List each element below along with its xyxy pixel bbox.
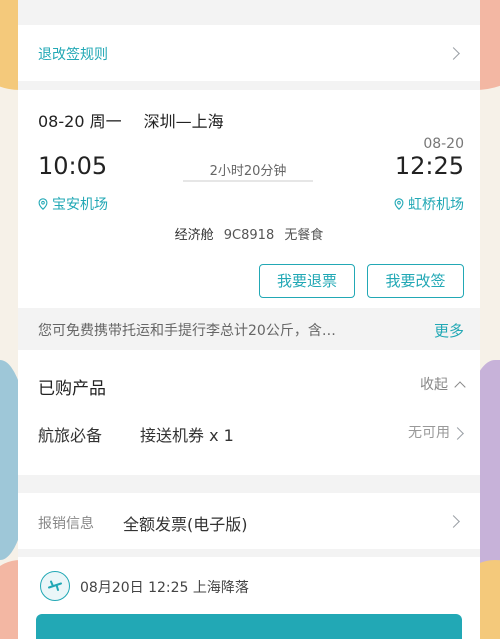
collapse-toggle[interactable]: 收起: [420, 374, 466, 394]
cabin-class: 经济舱: [174, 228, 214, 243]
chevron-right-icon: [451, 427, 464, 440]
product-item: 接送机券 x 1: [140, 426, 234, 445]
change-ticket-button[interactable]: 我要改签: [367, 264, 464, 298]
cabin-info: 经济舱 9C8918 无餐食: [18, 224, 480, 243]
location-pin-icon: [38, 198, 48, 210]
collapse-label: 收起: [420, 377, 448, 393]
chevron-right-icon: [447, 47, 460, 60]
invoice-row[interactable]: 报销信息 全额发票(电子版): [18, 493, 480, 549]
product-category: 航旅必备: [38, 426, 103, 445]
purchased-products-card: 已购产品 收起 航旅必备 接送机券 x 1 无可用: [18, 350, 480, 475]
baggage-notice: 您可免费携带托运和手提行李总计20公斤，含… 更多: [18, 308, 480, 350]
arrival-airport-name: 虹桥机场: [408, 197, 464, 213]
chevron-right-icon: [447, 515, 460, 528]
products-title: 已购产品: [38, 379, 106, 399]
meal-info: 无餐食: [284, 228, 324, 243]
departure-airport[interactable]: 宝安机场: [38, 194, 108, 214]
flight-date: 08-20 周一: [38, 112, 122, 131]
refund-change-rules-row[interactable]: 退改签规则: [18, 25, 480, 81]
invoice-value: 全额发票(电子版): [123, 515, 248, 534]
landing-info-card: 08月20日 12:25 上海降落: [18, 557, 480, 639]
app-screen: 退改签规则 08-20 周一 深圳—上海 08-20 10:05 12:25 2小…: [18, 0, 480, 639]
arrival-airport[interactable]: 虹桥机场: [394, 194, 464, 214]
chevron-up-icon: [454, 380, 466, 393]
rules-label: 退改签规则: [38, 47, 108, 63]
flight-date-route: 08-20 周一 深圳—上海: [38, 108, 224, 132]
departure-time: 10:05: [38, 152, 108, 180]
refund-button[interactable]: 我要退票: [259, 264, 355, 298]
plane-landing-icon: [40, 571, 70, 601]
duration-divider: [183, 180, 313, 182]
flight-duration: 2小时20分钟: [209, 164, 287, 179]
location-pin-icon: [394, 198, 404, 210]
departure-airport-name: 宝安机场: [52, 197, 108, 213]
landing-text: 08月20日 12:25 上海降落: [80, 580, 249, 596]
product-status[interactable]: 无可用: [408, 422, 450, 442]
baggage-text: 您可免费携带托运和手提行李总计20公斤，含…: [38, 323, 336, 339]
flight-number: 9C8918: [223, 228, 275, 243]
arrival-time: 12:25: [394, 152, 464, 180]
arrival-date: 08-20: [423, 136, 464, 152]
invoice-label: 报销信息: [38, 516, 94, 532]
baggage-more-link[interactable]: 更多: [434, 320, 464, 341]
flight-route: 深圳—上海: [143, 112, 224, 131]
bottom-action-bar[interactable]: [36, 614, 462, 639]
